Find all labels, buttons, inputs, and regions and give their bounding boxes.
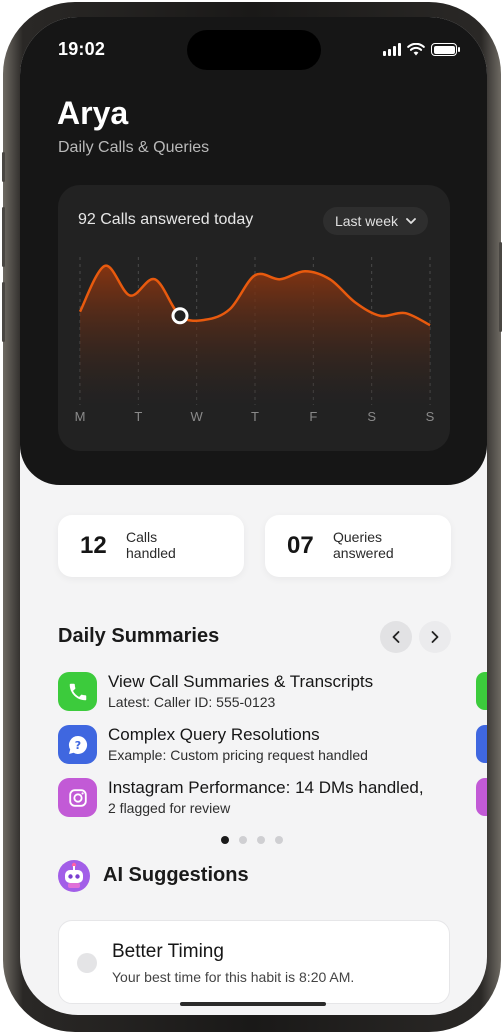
queries-answered-label-line1: Queries [333,529,383,545]
range-dropdown-label: Last week [334,213,398,229]
chart-point [254,274,256,276]
question-icon: ? [58,725,97,764]
chart-point [404,312,406,314]
x-tick-label: M [75,409,86,424]
action-button [2,152,5,182]
power-button [499,242,502,332]
dynamic-island [187,30,321,70]
summary-title: View Call Summaries & Transcripts [108,672,374,691]
calls-handled-card: 12 Calls handled [58,515,244,577]
summary-item-call-transcripts[interactable]: View Call Summaries & Transcripts Latest… [58,672,478,712]
chart-point [279,278,281,280]
robot-icon [58,860,90,892]
summary-subtitle: Example: Custom pricing request handled [108,747,368,763]
page-indicator [221,836,283,844]
chart-area-fill [80,265,430,407]
chart-point [129,295,131,297]
queries-answered-card: 07 Queries answered [265,515,451,577]
queries-answered-label: Queries answered [333,529,443,561]
x-tick-label: T [251,409,259,424]
x-tick-label: F [309,409,317,424]
phone-icon [58,672,97,711]
chart-point [354,301,356,303]
suggestion-card[interactable]: Better Timing Your best time for this ha… [58,920,450,1004]
page-dot[interactable] [275,836,283,844]
x-tick-label: W [191,409,204,424]
chart-point [204,319,206,321]
phone-screen: 19:02 Arya Daily Calls & Queries M T W T F S S… [20,17,487,1015]
chevron-down-icon [406,218,416,224]
chevron-left-icon [392,631,400,643]
range-dropdown[interactable]: Last week [322,207,428,235]
battery-icon [431,43,460,56]
summary-item-instagram[interactable]: Instagram Performance: 14 DMs handled, 2… [58,778,478,818]
chevron-right-icon [431,631,439,643]
summary-title: Complex Query Resolutions [108,725,320,744]
status-icons [383,43,460,56]
daily-summaries-title: Daily Summaries [58,625,220,647]
calls-chart-card: M T W T F S S 92 Calls answered today Last wee… [58,185,450,451]
summary-item-complex-queries[interactable]: ? Complex Query Resolutions Example: Cus… [58,725,478,765]
page-dot-active[interactable] [221,836,229,844]
home-indicator[interactable] [180,1002,326,1006]
suggestion-radio[interactable] [77,953,97,973]
phone-frame: 19:02 Arya Daily Calls & Queries M T W T F S S… [2,2,502,1032]
page-subtitle: Daily Calls & Queries [58,139,210,156]
next-card-peek [476,778,487,816]
chart-point [104,265,106,267]
next-card-peek [476,672,487,710]
status-time: 19:02 [58,39,106,59]
chart-point [379,315,381,317]
svg-text:?: ? [74,739,80,752]
page-title: Arya [57,95,129,131]
chart-heading: 92 Calls answered today [78,211,254,228]
chart-point [79,311,81,313]
x-tick-label: S [426,409,435,424]
chart-point [429,324,431,326]
ai-suggestions-title: AI Suggestions [103,864,249,886]
queries-answered-label-line2: answered [333,545,394,561]
x-tick-label: S [367,409,376,424]
next-button[interactable] [419,621,451,653]
summary-title: Instagram Performance: 14 DMs handled, [108,778,424,797]
summary-subtitle: 2 flagged for review [108,800,231,816]
page-dot[interactable] [239,836,247,844]
suggestion-text: Your best time for this habit is 8:20 AM… [112,969,355,985]
chart-highlight-marker[interactable] [171,307,189,325]
instagram-icon [58,778,97,817]
calls-handled-value: 12 [80,532,107,559]
suggestion-title: Better Timing [112,941,224,962]
chart-point [229,308,231,310]
queries-answered-value: 07 [287,532,314,559]
previous-button[interactable] [380,621,412,653]
signal-icon [383,43,401,56]
chart-point [304,270,306,272]
volume-up-button [2,207,5,267]
chart-point [329,278,331,280]
x-tick-label: T [134,409,142,424]
calls-handled-label-line2: handled [126,545,176,561]
chart-point [154,278,156,280]
summary-subtitle: Latest: Caller ID: 555-0123 [108,694,276,710]
next-card-peek [476,725,487,763]
calls-handled-label: Calls handled [126,529,236,561]
calls-handled-label-line1: Calls [126,529,158,545]
page-dot[interactable] [257,836,265,844]
volume-down-button [2,282,5,342]
wifi-icon [407,43,425,56]
